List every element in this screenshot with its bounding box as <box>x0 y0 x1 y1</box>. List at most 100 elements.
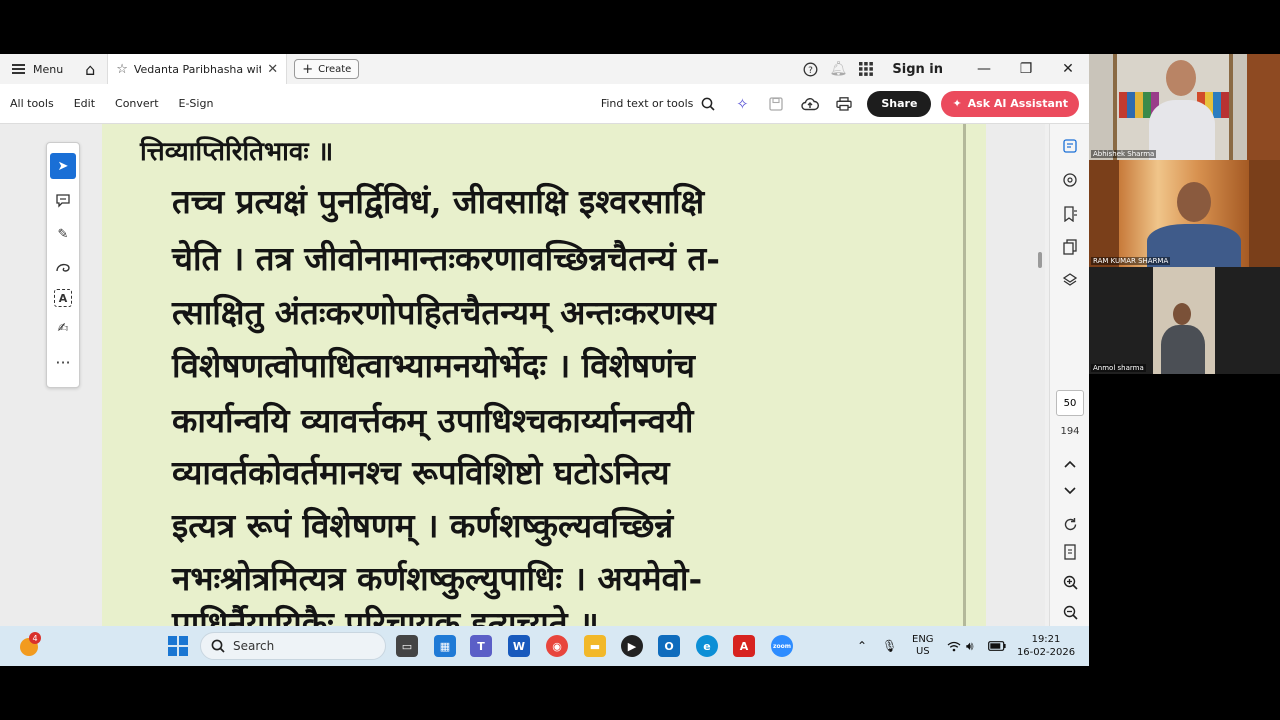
next-page-icon[interactable] <box>1058 479 1082 503</box>
tab-edit[interactable]: Edit <box>64 84 105 124</box>
tab-e-sign[interactable]: E-Sign <box>169 84 224 124</box>
teams-icon[interactable]: T <box>470 635 492 657</box>
ask-ai-assistant-button[interactable]: ✦ Ask AI Assistant <box>941 90 1079 117</box>
system-clock[interactable]: 19:21 16-02-2026 <box>1016 626 1076 666</box>
text-line: नभःश्रोत्रमित्यत्र कर्णशष्कुल्युपाधिः । … <box>172 559 703 598</box>
media-player-icon[interactable]: ▶ <box>621 635 643 657</box>
text-line: व्यावर्तकोवर्तमानश्च रूपविशिष्टो घटोऽनित… <box>172 453 670 492</box>
file-explorer-icon[interactable]: ▬ <box>584 635 606 657</box>
current-page-input[interactable]: 50 <box>1056 390 1084 416</box>
page-thumbnails-icon[interactable] <box>1058 235 1082 259</box>
clock-time: 19:21 <box>1031 634 1061 645</box>
video-call-panel: Abhishek Sharma RAM KUMAR SHARMA Anmol s… <box>1089 54 1280 374</box>
create-button[interactable]: + Create <box>294 59 360 79</box>
lang-line2: US <box>915 646 930 657</box>
text-line: त्तिव्याप्तिरितिभावः ॥ <box>140 137 334 167</box>
home-icon[interactable]: ⌂ <box>73 54 107 84</box>
volume-icon[interactable]: 🔊︎ <box>966 626 974 666</box>
title-bar: Menu ⌂ ☆ Vedanta Paribhasha wit... ✕ + C… <box>0 54 1089 84</box>
vertical-scrollbar-thumb[interactable] <box>1038 252 1042 268</box>
fill-sign-icon[interactable]: ✍ <box>50 315 76 341</box>
zoom-app-icon[interactable]: zoom <box>771 635 793 657</box>
tab-convert[interactable]: Convert <box>105 84 169 124</box>
microphone-icon[interactable]: 🎙︎ <box>882 626 897 666</box>
weather-badge: 4 <box>29 632 41 644</box>
print-icon[interactable] <box>827 84 861 124</box>
star-icon[interactable]: ☆ <box>116 62 128 77</box>
text-line: इत्यत्र रूपं विशेषणम् । कर्णशष्कुल्यवच्छ… <box>172 506 674 545</box>
language-indicator[interactable]: ENG US <box>912 626 934 666</box>
search-icon <box>702 97 715 111</box>
apps-grid-icon[interactable] <box>852 54 880 84</box>
tab-all-tools[interactable]: All tools <box>0 84 64 124</box>
notification-bell-icon[interactable]: 🔔︎ <box>824 54 852 84</box>
sign-in-button[interactable]: Sign in <box>880 54 963 84</box>
minimize-icon[interactable]: — <box>963 54 1005 84</box>
ai-tools-icon[interactable]: ✧ <box>725 84 759 124</box>
windows-taskbar: 4 Search ▭ ▦ T W ◉ ▬ ▶ O e A zoom ⌃ 🎙︎ E… <box>0 626 1089 666</box>
right-side-panel: 50 194 <box>1049 124 1089 626</box>
upload-cloud-icon[interactable] <box>793 84 827 124</box>
document-canvas[interactable]: त्तिव्याप्तिरितिभावः ॥ तच्च प्रत्यक्षं प… <box>0 124 1045 626</box>
clock-date: 16-02-2026 <box>1016 647 1076 658</box>
restore-icon[interactable]: ❐ <box>1005 54 1047 84</box>
share-button[interactable]: Share <box>867 90 932 117</box>
wifi-icon[interactable] <box>947 626 961 666</box>
select-cursor-icon[interactable]: ➤ <box>50 153 76 179</box>
zoom-in-icon[interactable] <box>1058 570 1082 594</box>
text-line: कार्यान्वयि व्यावर्त्तकम् उपाधिश्चकार्य्… <box>172 401 694 440</box>
participant-video <box>1177 182 1211 222</box>
menu-button[interactable]: Menu <box>0 54 73 84</box>
participant-video <box>1173 303 1191 325</box>
highlight-pen-icon[interactable]: ✎ <box>50 221 76 247</box>
taskbar-search[interactable]: Search <box>200 632 386 660</box>
text-box-icon[interactable]: A <box>54 289 72 307</box>
help-icon[interactable]: ? <box>796 54 824 84</box>
tab-title: Vedanta Paribhasha wit... <box>133 62 262 76</box>
participant-video <box>1166 60 1196 96</box>
rotate-icon[interactable] <box>1058 512 1082 536</box>
acrobat-window: Menu ⌂ ☆ Vedanta Paribhasha wit... ✕ + C… <box>0 54 1089 626</box>
draw-freehand-icon[interactable] <box>50 255 76 281</box>
find-tools-button[interactable]: Find text or tools <box>591 97 726 111</box>
outlook-icon[interactable]: O <box>658 635 680 657</box>
hamburger-icon <box>12 64 25 74</box>
save-icon[interactable] <box>759 84 793 124</box>
total-pages: 194 <box>1060 426 1080 437</box>
zoom-out-icon[interactable] <box>1058 600 1082 624</box>
participant-name: Abhishek Sharma <box>1091 150 1157 158</box>
microsoft-store-icon[interactable]: ▦ <box>434 635 456 657</box>
comments-icon[interactable] <box>1058 168 1082 192</box>
participant-tile[interactable]: RAM KUMAR SHARMA <box>1089 160 1280 267</box>
task-view-icon[interactable]: ▭ <box>396 635 418 657</box>
close-window-icon[interactable]: ✕ <box>1047 54 1089 84</box>
quick-tools-palette: ➤ ✎ A ✍ ··· <box>46 142 80 388</box>
start-button[interactable] <box>168 636 188 656</box>
word-icon[interactable]: W <box>508 635 530 657</box>
add-comment-icon[interactable] <box>50 187 76 213</box>
ask-ai-label: Ask AI Assistant <box>967 97 1068 110</box>
layers-icon[interactable] <box>1058 268 1082 292</box>
main-toolbar: All tools Edit Convert E-Sign Find text … <box>0 84 1089 124</box>
close-tab-icon[interactable]: ✕ <box>267 62 278 77</box>
participant-tile[interactable]: Anmol sharma <box>1089 267 1280 374</box>
edge-icon[interactable]: e <box>696 635 718 657</box>
document-tab[interactable]: ☆ Vedanta Paribhasha wit... ✕ <box>107 54 288 84</box>
page-fit-icon[interactable] <box>1058 540 1082 564</box>
text-line: तच्च प्रत्यक्षं पुनर्द्विविधं, जीवसाक्षि… <box>172 182 705 221</box>
windows-logo-icon <box>168 636 177 645</box>
chrome-icon[interactable]: ◉ <box>546 635 568 657</box>
acrobat-icon[interactable]: A <box>733 635 755 657</box>
bookmarks-icon[interactable] <box>1058 202 1082 226</box>
plus-icon: + <box>302 61 314 77</box>
ai-summary-icon[interactable] <box>1058 134 1082 158</box>
participant-tile[interactable]: Abhishek Sharma <box>1089 54 1280 160</box>
battery-icon[interactable] <box>988 626 1006 666</box>
weather-widget[interactable]: 4 <box>18 632 42 658</box>
more-tools-icon[interactable]: ··· <box>50 349 76 375</box>
show-hidden-icons-icon[interactable]: ⌃ <box>857 626 867 666</box>
pdf-page: त्तिव्याप्तिरितिभावः ॥ तच्च प्रत्यक्षं प… <box>102 124 986 626</box>
text-line: त्साक्षितु अंतःकरणोपहितचैतन्यम् अन्तःकरण… <box>172 293 716 332</box>
create-label: Create <box>318 63 352 75</box>
previous-page-icon[interactable] <box>1058 452 1082 476</box>
